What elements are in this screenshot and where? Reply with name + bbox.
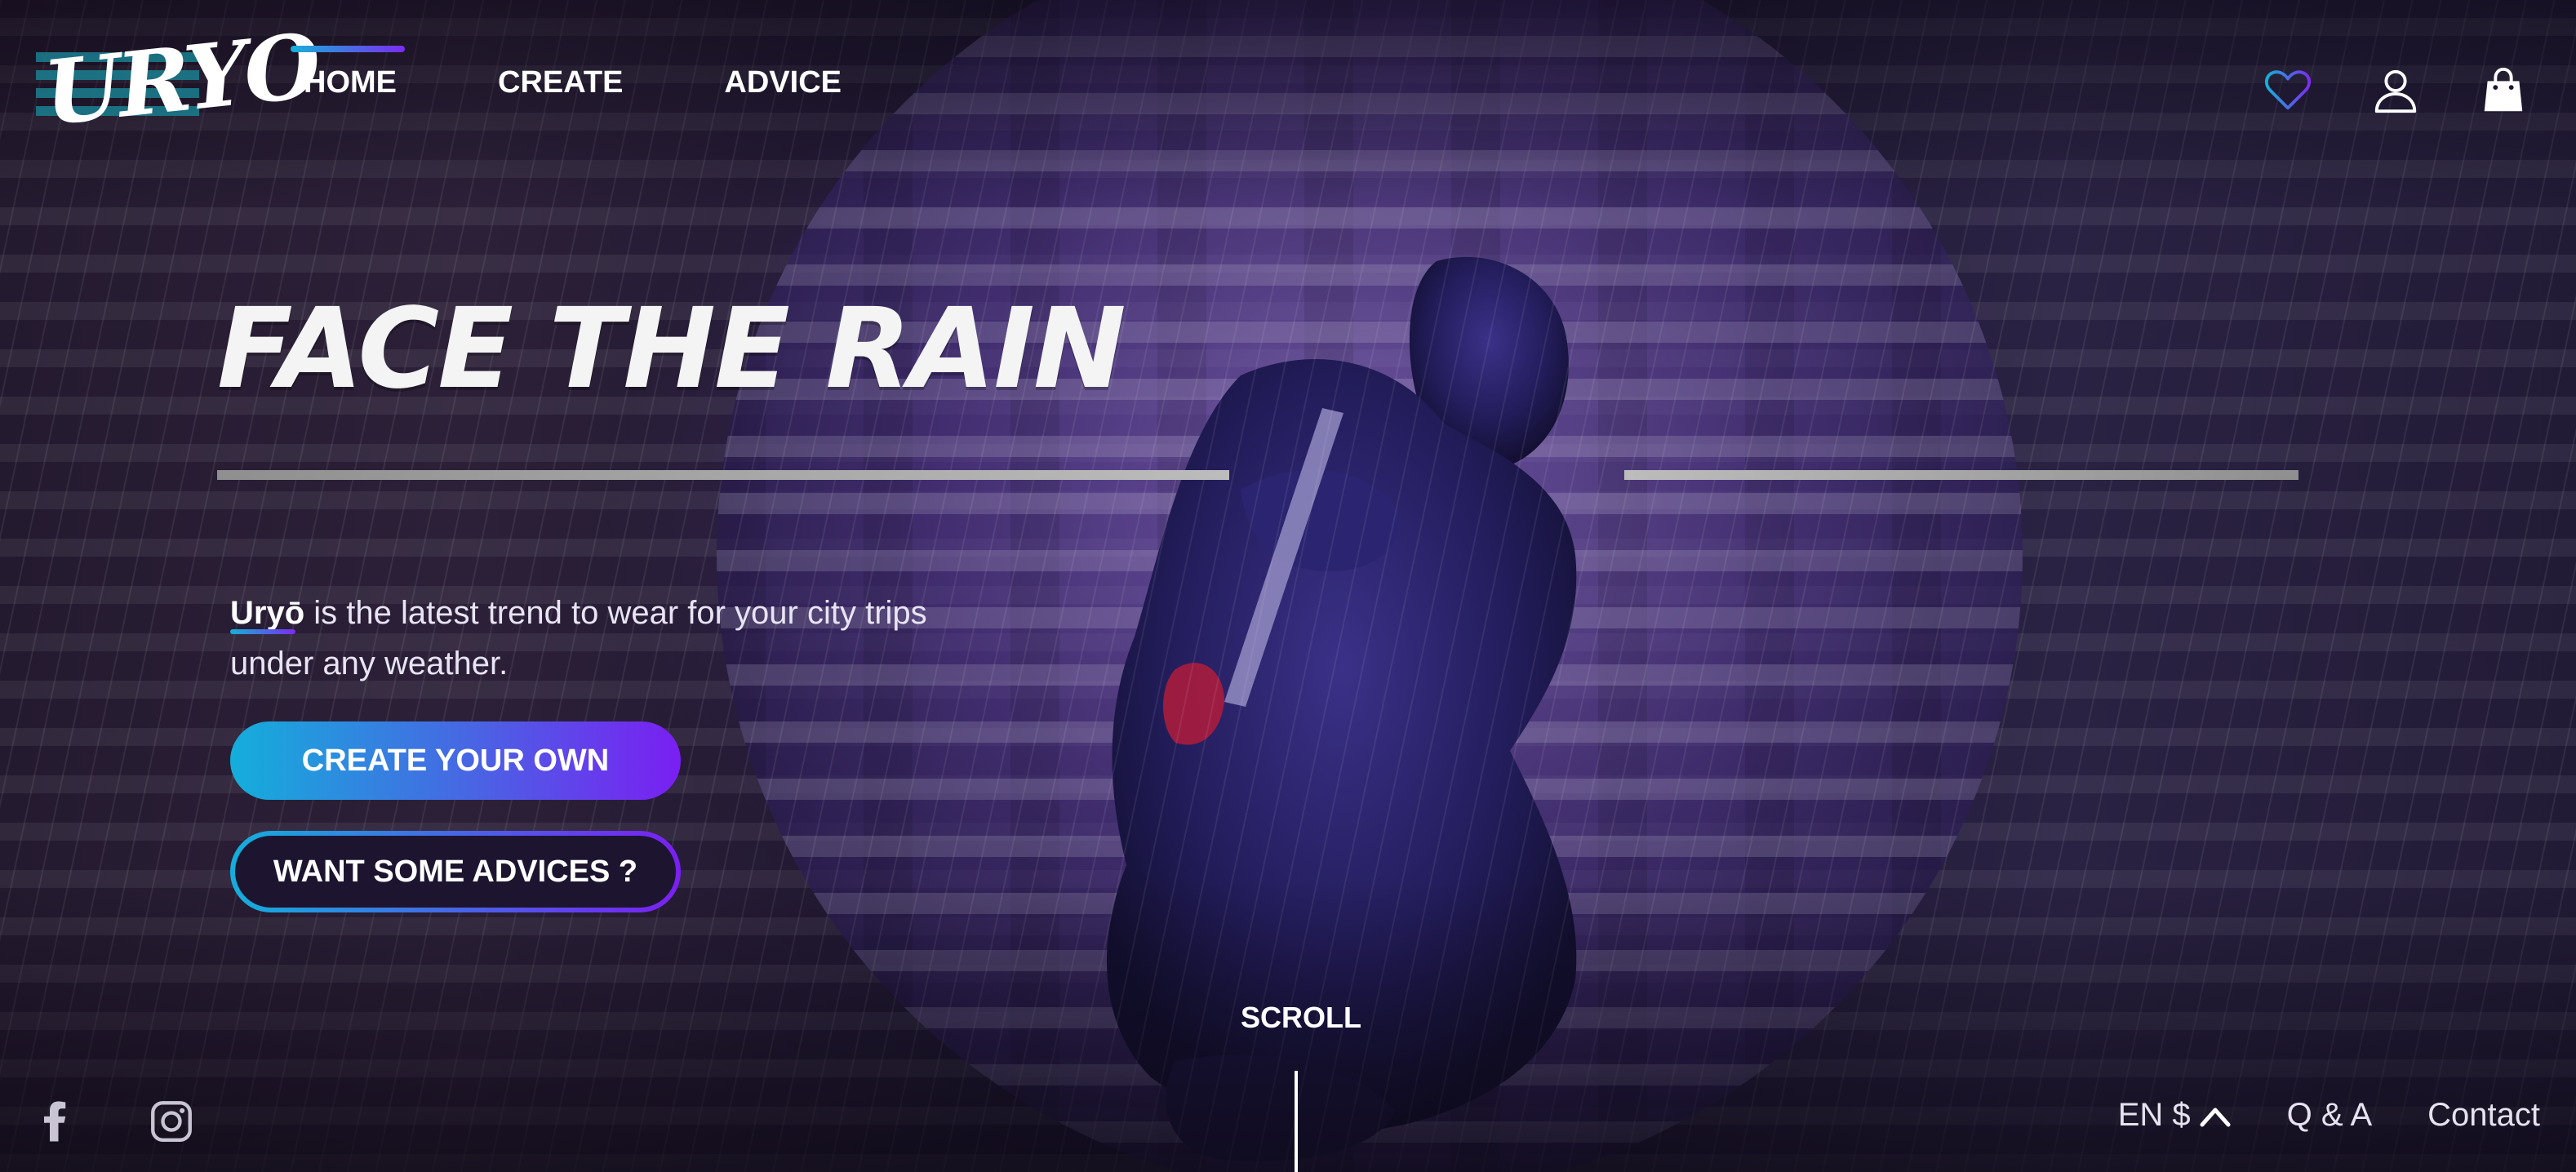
- nav-item-create[interactable]: CREATE: [485, 46, 636, 109]
- locale-selector[interactable]: EN $: [2118, 1097, 2232, 1134]
- header-actions: [2263, 65, 2529, 116]
- contact-link[interactable]: Contact: [2427, 1097, 2540, 1134]
- tagline-text: is the latest trend to wear for your cit…: [230, 595, 927, 681]
- social-links: [33, 1099, 194, 1144]
- locale-label: EN $: [2117, 1097, 2191, 1133]
- heart-icon[interactable]: [2263, 65, 2313, 116]
- nav-item-home[interactable]: HOME: [291, 46, 410, 109]
- logo-text: URYO: [39, 14, 323, 146]
- vignette: [0, 0, 2576, 1172]
- scroll-indicator-label[interactable]: SCROLL: [1241, 1001, 1361, 1035]
- logo[interactable]: URYO: [33, 15, 322, 145]
- footer-links: EN $ Q & A Contact: [2118, 1097, 2540, 1134]
- hero-divider-left: [217, 470, 1229, 480]
- hero-tagline: Uryō is the latest trend to wear for you…: [230, 588, 965, 689]
- create-your-own-button[interactable]: CREATE YOUR OWN: [230, 721, 681, 800]
- advices-button-label: WANT SOME ADVICES ?: [235, 836, 676, 908]
- instagram-icon[interactable]: [149, 1099, 194, 1144]
- shopping-bag-icon[interactable]: [2478, 65, 2529, 116]
- facebook-icon[interactable]: [33, 1099, 78, 1144]
- hero-title: FACE THE RAIN: [217, 285, 1126, 414]
- nav-item-advice[interactable]: ADVICE: [711, 46, 855, 109]
- chevron-up-icon: [2200, 1108, 2231, 1126]
- user-icon[interactable]: [2370, 65, 2421, 116]
- main-nav: HOME CREATE ADVICE: [291, 46, 930, 109]
- scroll-indicator-line: [1295, 1071, 1298, 1172]
- hero-divider-right: [1624, 470, 2298, 480]
- tagline-brand: Uryō: [230, 595, 305, 631]
- advices-button[interactable]: WANT SOME ADVICES ?: [230, 831, 681, 912]
- qa-link[interactable]: Q & A: [2287, 1097, 2373, 1134]
